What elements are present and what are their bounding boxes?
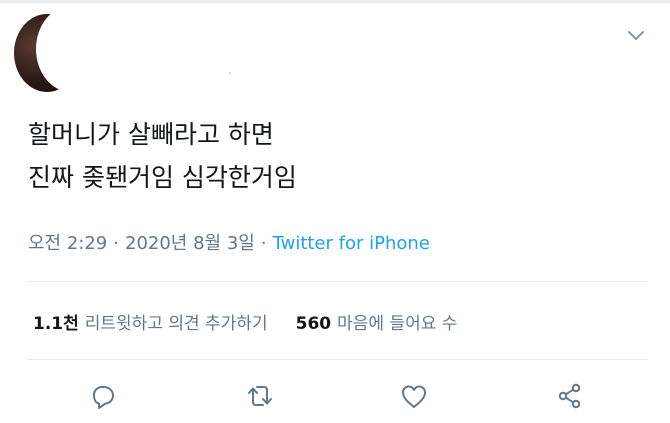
share-icon[interactable] <box>554 380 586 412</box>
retweets-count: 1.1천 <box>33 314 79 334</box>
tweet-text: 할머니가 살빼라고 하면 진짜 좆됀거임 심각한거임 <box>28 113 297 199</box>
stats-top-divider <box>28 281 648 282</box>
likes-stat[interactable]: 560 마음에 들어요 수 <box>296 314 458 334</box>
top-divider <box>0 0 670 3</box>
reply-icon[interactable] <box>86 380 118 412</box>
separator-dot <box>229 72 231 74</box>
like-icon[interactable] <box>398 380 430 412</box>
tweet-source-link[interactable]: Twitter for iPhone <box>273 233 430 254</box>
tweet-date[interactable]: 2020년 8월 3일 <box>125 233 255 254</box>
tweet-time[interactable]: 오전 2:29 <box>28 233 107 254</box>
likes-count: 560 <box>295 314 332 334</box>
avatar-obscured-area <box>36 6 106 92</box>
likes-label: 마음에 들어요 수 <box>337 314 458 334</box>
meta-separator: · <box>260 233 267 254</box>
tweet-text-line: 진짜 좆됀거임 심각한거임 <box>28 163 297 192</box>
stats-bottom-divider <box>28 359 648 360</box>
chevron-down-icon[interactable] <box>626 28 646 42</box>
retweets-stat[interactable]: 1.1천 리트윗하고 의견 추가하기 <box>33 314 268 334</box>
meta-separator: · <box>113 233 119 254</box>
tweet-meta: 오전 2:29 · 2020년 8월 3일 · Twitter for iPhone <box>28 229 430 255</box>
retweet-icon[interactable] <box>244 380 276 412</box>
retweets-label: 리트윗하고 의견 추가하기 <box>84 314 268 334</box>
tweet-text-line: 할머니가 살빼라고 하면 <box>28 120 274 149</box>
tweet-stats: 1.1천 리트윗하고 의견 추가하기 560 마음에 들어요 수 <box>33 309 457 334</box>
